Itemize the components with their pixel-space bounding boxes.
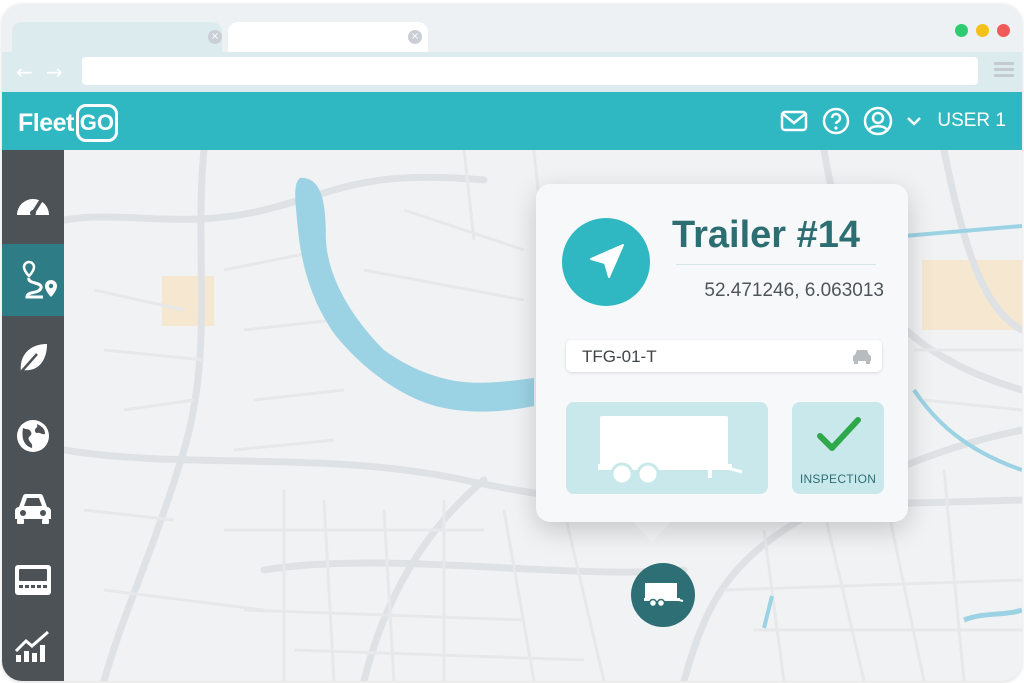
checkmark-icon: [817, 417, 861, 451]
trailer-coordinates: 52.471246, 6.063013: [704, 280, 884, 301]
minimize-dot-icon[interactable]: [976, 24, 989, 37]
close-dot-icon[interactable]: [997, 24, 1010, 37]
license-plate-field[interactable]: TFG-01-T: [566, 340, 882, 372]
app-header: Fleet GO USER 1: [2, 92, 1022, 150]
sidebar-item-dashboard[interactable]: [2, 168, 64, 240]
inspection-label: INSPECTION: [799, 472, 877, 486]
url-input[interactable]: [82, 57, 978, 85]
card-reader-icon: [15, 565, 51, 595]
license-plate-text: TFG-01-T: [582, 347, 657, 366]
sidebar-item-reports[interactable]: [2, 610, 64, 681]
trailer-title: Trailer #14: [672, 214, 861, 256]
logo-text: Fleet: [18, 108, 74, 137]
trailer-popup-card: Trailer #14 52.471246, 6.063013 TFG-01-T…: [536, 184, 908, 522]
tab-close-icon[interactable]: ×: [408, 30, 422, 44]
user-menu-label[interactable]: USER 1: [937, 110, 1006, 132]
fleetgo-logo[interactable]: Fleet GO: [18, 104, 118, 142]
chevron-down-icon[interactable]: [905, 106, 923, 136]
window-controls: [955, 24, 1010, 37]
sidebar-item-eco[interactable]: [2, 322, 64, 394]
globe-icon: [17, 420, 49, 452]
browser-tab[interactable]: ×: [12, 22, 222, 54]
route-icon: [22, 260, 57, 299]
logo-box: GO: [75, 104, 118, 142]
tab-bar: × ×: [2, 4, 1022, 54]
mail-icon[interactable]: [779, 106, 809, 136]
sidebar-item-terminal[interactable]: [2, 544, 64, 616]
title-divider: [676, 264, 876, 265]
leaf-icon: [20, 344, 47, 373]
dashboard-gauge-icon: [17, 197, 49, 216]
chart-icon: [14, 630, 49, 662]
navigation-arrow-icon: [590, 244, 624, 278]
sidebar-item-vehicles[interactable]: [2, 472, 64, 544]
user-avatar-icon[interactable]: [863, 106, 893, 136]
maximize-dot-icon[interactable]: [955, 24, 968, 37]
browser-window: × × ← → Fleet GO USER 1 Trailer #14 52.4…: [2, 4, 1022, 681]
trailer-marker-icon: [644, 583, 684, 608]
tab-close-icon[interactable]: ×: [208, 30, 222, 44]
inspection-button[interactable]: INSPECTION: [792, 402, 884, 494]
car-icon: [15, 493, 51, 524]
address-bar-row: ← →: [2, 52, 1022, 92]
car-icon: [853, 350, 871, 364]
header-actions: USER 1: [779, 106, 1006, 136]
trailer-map-marker[interactable]: [631, 563, 695, 627]
navigate-button[interactable]: [562, 218, 650, 306]
back-arrow-icon[interactable]: ←: [16, 60, 33, 84]
sidebar-item-map[interactable]: [2, 400, 64, 472]
browser-tab-active[interactable]: ×: [228, 22, 428, 54]
help-icon[interactable]: [821, 106, 851, 136]
forward-arrow-icon[interactable]: →: [46, 60, 63, 84]
trailer-icon: [598, 416, 743, 486]
hamburger-menu-icon[interactable]: [994, 62, 1014, 78]
sidebar: [2, 150, 76, 681]
trailer-detail-tile[interactable]: [566, 402, 768, 494]
